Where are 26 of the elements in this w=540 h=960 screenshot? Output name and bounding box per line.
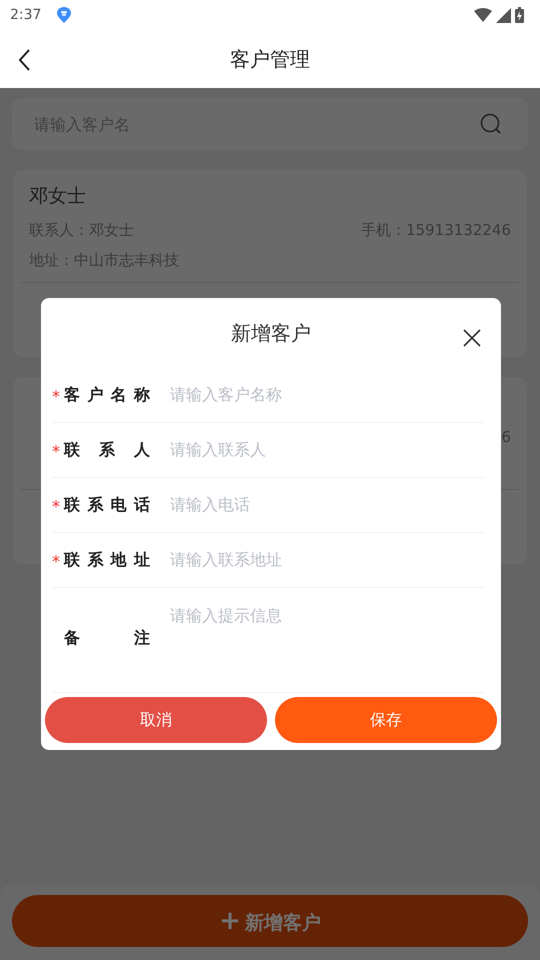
- required-asterisk: *: [52, 386, 61, 405]
- required-asterisk: *: [52, 441, 61, 460]
- customer-name: 邓女士: [29, 184, 87, 209]
- status-time: 2:37: [10, 6, 42, 24]
- required-asterisk: *: [52, 551, 61, 570]
- page-title: 客户管理: [230, 46, 310, 73]
- save-button[interactable]: 保存: [275, 697, 497, 743]
- input-field[interactable]: 请输入联系人: [168, 437, 485, 463]
- input-field[interactable]: 请输入客户名称: [168, 382, 485, 408]
- input-field[interactable]: 请输入电话: [168, 492, 485, 518]
- dialog-title: 新增客户: [231, 320, 311, 347]
- cancel-button[interactable]: 取消: [45, 697, 267, 743]
- battery-icon: [515, 7, 524, 23]
- signal-icon: [496, 8, 511, 22]
- required-asterisk: *: [52, 496, 61, 515]
- field-label: 客户名称: [64, 384, 150, 406]
- add-customer-button[interactable]: +新增客户: [12, 895, 528, 947]
- search-icon: [480, 113, 502, 135]
- field-label: 备注: [64, 627, 150, 649]
- field-label: 联系地址: [64, 549, 150, 571]
- field-label: 联系人: [64, 439, 150, 461]
- remark-field[interactable]: 请输入提示信息: [168, 602, 485, 682]
- field-label: 联系电话: [64, 494, 150, 516]
- input-field[interactable]: 请输入联系地址: [168, 547, 485, 573]
- wifi-icon: [474, 8, 492, 22]
- notification-icon: [57, 7, 72, 23]
